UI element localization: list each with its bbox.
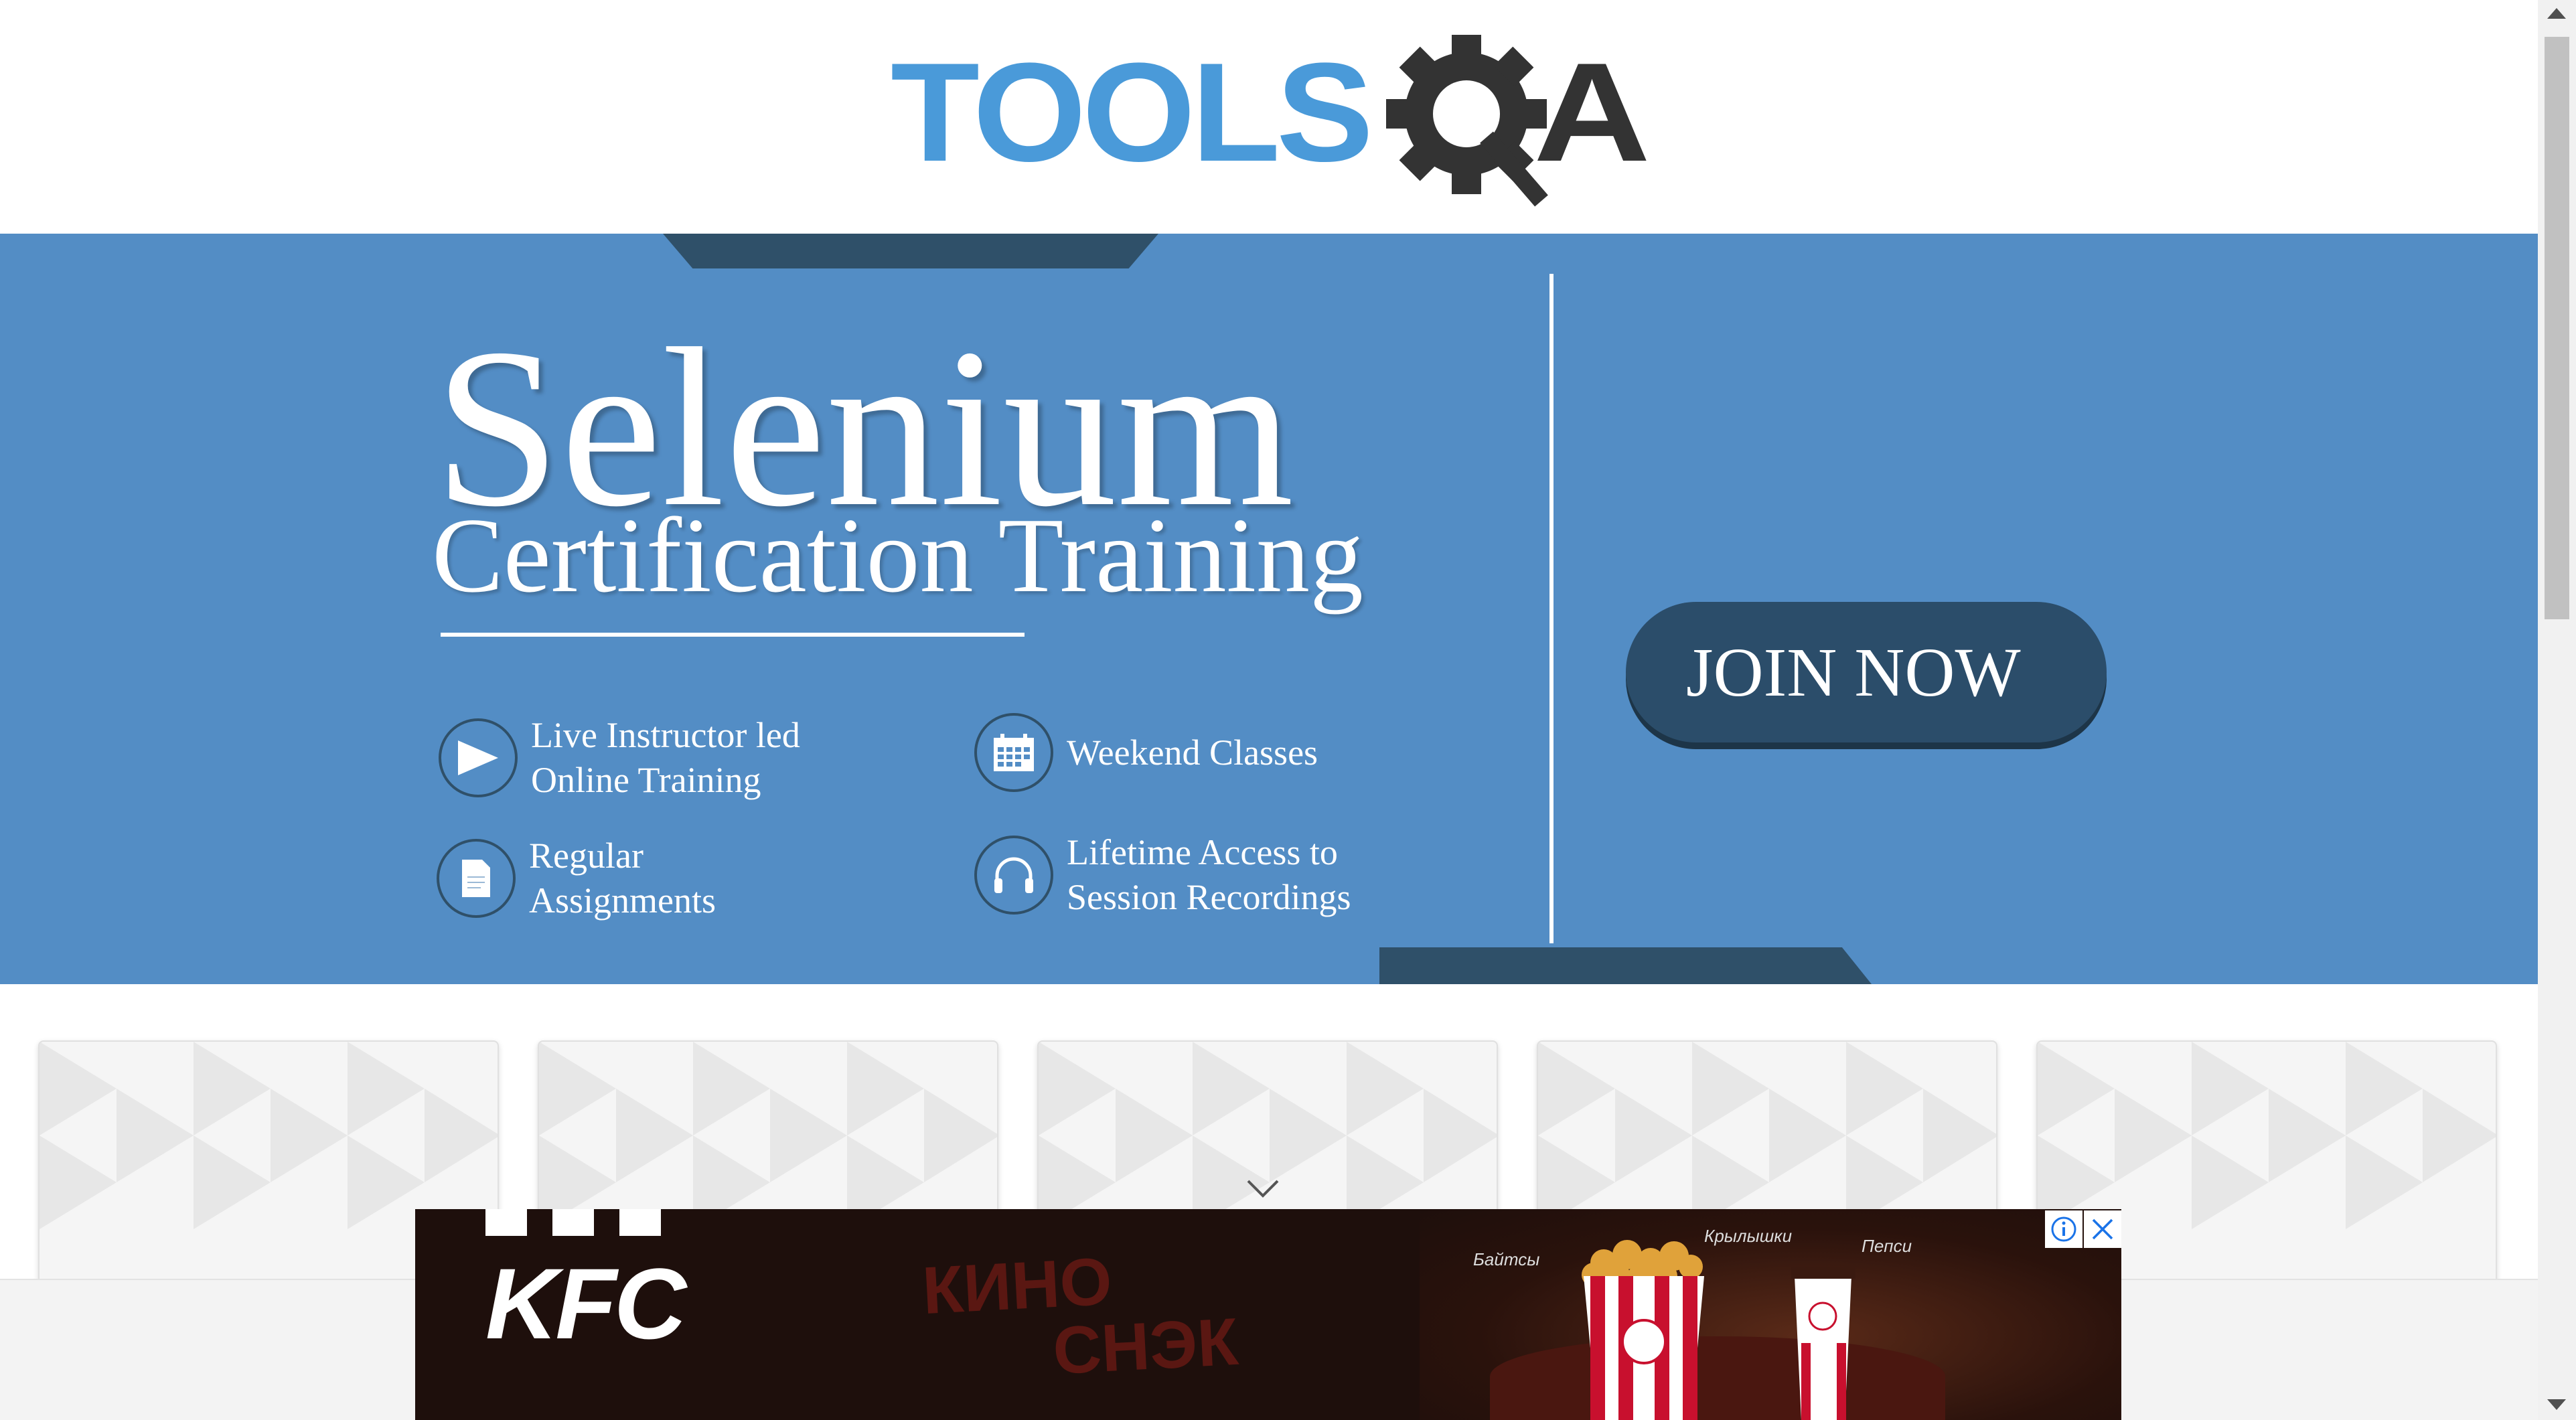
ad-product-image xyxy=(1490,1240,1945,1420)
ad-promo-line: СНЭК xyxy=(1051,1304,1240,1389)
feature-label: Lifetime Access to xyxy=(1067,832,1338,872)
feature-label: Weekend Classes xyxy=(1067,732,1318,773)
calendar-icon xyxy=(974,713,1053,792)
ad-stripe xyxy=(619,1209,661,1236)
scroll-up-arrow-icon[interactable] xyxy=(2547,8,2566,19)
gear-icon xyxy=(1386,33,1548,207)
vertical-scrollbar[interactable] xyxy=(2538,0,2576,1420)
join-now-button[interactable]: JOIN NOW xyxy=(1626,602,2107,742)
feature-label: Regular xyxy=(529,836,643,876)
banner-divider xyxy=(1549,274,1554,943)
feature-label: Session Recordings xyxy=(1067,877,1351,917)
logo-tools-text: TOOLS xyxy=(891,35,1369,191)
feature-live-training: Live Instructor led Online Training xyxy=(439,713,800,803)
banner-bottom-tab xyxy=(1379,947,1872,984)
tools-qa-logo[interactable]: TOOLS A xyxy=(891,33,1651,212)
feature-label: Online Training xyxy=(531,760,761,800)
selenium-training-banner[interactable]: Selenium Certification Training Live Ins… xyxy=(0,234,2538,984)
title-divider xyxy=(441,633,1025,637)
ad-promo-title: КИНО СНЭК xyxy=(921,1241,1240,1391)
banner-top-tab xyxy=(663,234,1158,268)
scrollbar-thumb[interactable] xyxy=(2545,37,2569,619)
kfc-ad-banner[interactable]: KFC КИНО СНЭК Байтсы Крылышки Пепси xyxy=(415,1209,2121,1420)
ad-stripe xyxy=(552,1209,594,1236)
scroll-down-arrow-icon[interactable] xyxy=(2547,1399,2566,1410)
feature-lifetime-access: Lifetime Access to Session Recordings xyxy=(974,830,1351,920)
banner-subtitle: Certification Training xyxy=(432,495,1364,615)
play-icon xyxy=(439,718,518,797)
feature-weekend-classes: Weekend Classes xyxy=(974,713,1318,792)
logo-a-text: A xyxy=(1533,35,1651,191)
chevron-down-icon[interactable] xyxy=(1245,1178,1280,1203)
info-icon[interactable] xyxy=(2045,1210,2082,1248)
feature-assignments: Regular Assignments xyxy=(437,834,716,923)
ad-stripe xyxy=(485,1209,527,1236)
ad-brand-logo: KFC xyxy=(485,1247,686,1360)
close-icon[interactable] xyxy=(2084,1210,2121,1248)
headphones-icon xyxy=(974,836,1053,915)
site-header: TOOLS A xyxy=(0,0,2538,234)
feature-label: Live Instructor led xyxy=(531,715,800,755)
document-icon xyxy=(437,839,516,918)
feature-label: Assignments xyxy=(529,880,716,921)
